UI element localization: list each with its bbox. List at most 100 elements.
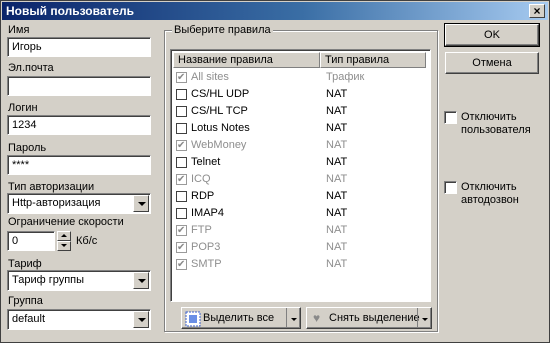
rule-checkbox[interactable] (176, 123, 187, 134)
spin-up-icon[interactable] (57, 231, 71, 241)
list-item[interactable]: FTP NAT (174, 222, 428, 239)
chevron-down-icon[interactable] (417, 308, 431, 328)
speed-limit-stepper[interactable] (57, 231, 71, 251)
cancel-button[interactable]: Отмена (445, 52, 539, 74)
rule-type: NAT (326, 122, 348, 134)
tariff-label: Тариф (8, 258, 42, 270)
tariff-value: Тариф группы (12, 274, 85, 286)
rule-checkbox[interactable] (176, 222, 187, 239)
rule-checkbox[interactable] (176, 157, 187, 168)
chevron-down-icon[interactable] (286, 308, 300, 328)
rule-type: NAT (326, 139, 348, 151)
login-label: Логин (8, 102, 38, 114)
rule-type: NAT (326, 241, 348, 253)
password-field[interactable]: **** (7, 155, 151, 175)
rule-checkbox[interactable] (176, 208, 187, 219)
select-all-icon (185, 308, 201, 333)
disable-autodial-label: Отключить автодозвон (461, 181, 519, 207)
rule-type: NAT (326, 173, 348, 185)
rule-name: CS/HL TCP (191, 105, 248, 117)
email-label: Эл.почта (8, 62, 54, 74)
list-item[interactable]: ICQ NAT (174, 171, 428, 188)
rule-name: IMAP4 (191, 207, 225, 219)
rule-checkbox[interactable] (176, 191, 187, 202)
disable-autodial-checkbox[interactable] (444, 181, 457, 194)
disable-user-checkbox[interactable] (444, 111, 457, 124)
speed-limit-label: Ограничение скорости (8, 216, 124, 228)
rule-type: NAT (326, 88, 348, 100)
rule-type: NAT (326, 258, 348, 270)
rule-checkbox[interactable] (176, 239, 187, 256)
auth-type-label: Тип авторизации (8, 181, 95, 193)
disable-autodial-label-line1: Отключить (461, 181, 517, 193)
chevron-down-icon[interactable] (133, 311, 149, 328)
title-bar: Новый пользователь × (2, 2, 548, 20)
auth-type-value: Http-авторизация (12, 197, 101, 209)
rule-name: POP3 (191, 241, 221, 253)
auth-type-select[interactable]: Http-авторизация (7, 193, 151, 214)
list-item[interactable]: SMTP NAT (174, 256, 428, 273)
rule-name: FTP (191, 224, 212, 236)
rules-list[interactable]: Название правила Тип правила All sites Тр… (170, 49, 431, 302)
list-item[interactable]: WebMoney NAT (174, 137, 428, 154)
tariff-select[interactable]: Тариф группы (7, 270, 151, 291)
rule-name: ICQ (191, 173, 211, 185)
rule-name: SMTP (191, 258, 222, 270)
close-button[interactable]: × (529, 4, 545, 18)
list-item[interactable]: Telnet NAT (174, 154, 428, 171)
rules-group-title: Выберите правила (172, 24, 273, 36)
rule-name: Lotus Notes (191, 122, 250, 134)
rule-checkbox[interactable] (176, 69, 187, 86)
list-item[interactable]: All sites Трафик (174, 69, 428, 86)
list-item[interactable]: RDP NAT (174, 188, 428, 205)
spin-down-icon[interactable] (57, 241, 71, 251)
password-label: Пароль (8, 142, 47, 154)
rule-type: NAT (326, 224, 348, 236)
select-all-button[interactable]: Выделить все (181, 307, 301, 329)
disable-user-label: Отключить пользователя (461, 111, 531, 137)
group-select[interactable]: default (7, 309, 151, 330)
chevron-down-icon[interactable] (133, 195, 149, 212)
rule-name: All sites (191, 71, 229, 83)
list-item[interactable]: POP3 NAT (174, 239, 428, 256)
deselect-label: Снять выделение (329, 312, 420, 324)
group-label: Группа (8, 295, 43, 307)
rule-checkbox[interactable] (176, 106, 187, 117)
disable-autodial-label-line2: автодозвон (461, 194, 519, 206)
name-label: Имя (8, 24, 30, 36)
list-item[interactable]: IMAP4 NAT (174, 205, 428, 222)
rule-checkbox[interactable] (176, 256, 187, 273)
speed-unit-label: Кб/с (76, 235, 98, 247)
list-item[interactable]: CS/HL TCP NAT (174, 103, 428, 120)
speed-limit-field[interactable]: 0 (7, 231, 55, 251)
rule-name: WebMoney (191, 139, 247, 151)
rule-name: Telnet (191, 156, 221, 168)
select-all-label: Выделить все (203, 312, 275, 324)
rule-type: NAT (326, 207, 348, 219)
disable-user-label-line1: Отключить (461, 111, 517, 123)
ok-button[interactable]: OK (444, 23, 540, 47)
disable-user-label-line2: пользователя (461, 124, 531, 136)
rule-checkbox[interactable] (176, 89, 187, 100)
rule-checkbox[interactable] (176, 137, 187, 154)
column-header-rule-type[interactable]: Тип правила (320, 52, 426, 68)
heart-icon: ♥ (313, 311, 321, 325)
rule-name: RDP (191, 190, 215, 202)
column-header-rule-name[interactable]: Название правила (173, 52, 320, 68)
deselect-button[interactable]: ♥ Снять выделение (306, 307, 432, 329)
close-icon: × (533, 4, 541, 18)
window-title: Новый пользователь (6, 4, 135, 18)
rule-type: Трафик (326, 71, 365, 83)
chevron-down-icon[interactable] (133, 272, 149, 289)
rule-name: CS/HL UDP (191, 88, 250, 100)
login-field[interactable]: 1234 (7, 115, 151, 135)
group-value: default (12, 313, 46, 325)
rule-type: NAT (326, 105, 348, 117)
email-field[interactable] (7, 76, 151, 96)
name-field[interactable]: Игорь (7, 37, 151, 57)
list-item[interactable]: CS/HL UDP NAT (174, 86, 428, 103)
list-item[interactable]: Lotus Notes NAT (174, 120, 428, 137)
rule-checkbox[interactable] (176, 171, 187, 188)
rule-type: NAT (326, 190, 348, 202)
rule-type: NAT (326, 156, 348, 168)
